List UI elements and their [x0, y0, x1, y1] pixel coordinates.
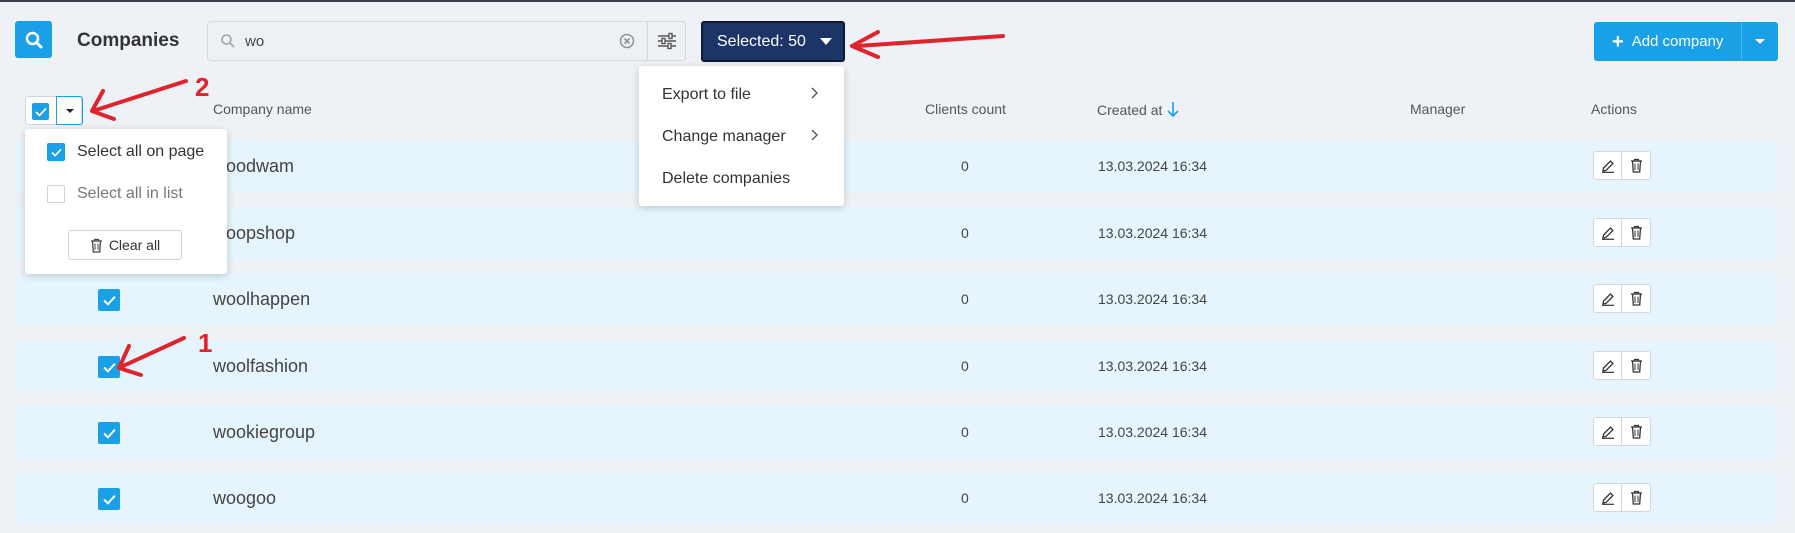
arrow-to-dropdown-toggle: [90, 79, 188, 121]
arrow-to-selected-button: [850, 30, 1005, 59]
annotation-number-1: 1: [198, 328, 213, 358]
annotation-number-2: 2: [195, 72, 210, 102]
annotation-overlay: [90, 30, 1005, 377]
arrow-to-row-checkbox: [117, 336, 186, 377]
